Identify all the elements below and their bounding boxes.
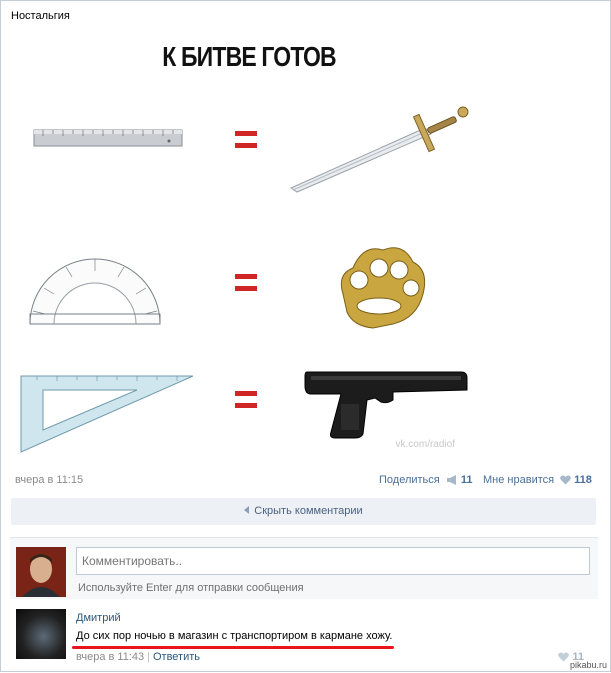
comment-time[interactable]: вчера в 11:43 (76, 651, 144, 663)
composer-hint: Используйте Enter для отправки сообщения (78, 582, 304, 594)
comment-input[interactable] (76, 547, 590, 575)
post-source[interactable]: Ностальгия (11, 10, 70, 22)
set-square-icon (20, 375, 194, 453)
post-date[interactable]: вчера в 11:15 (15, 474, 83, 486)
red-underline (72, 646, 394, 649)
like-button[interactable]: Мне нравится 118 (483, 474, 592, 486)
comment-text: До сих пор ночью в магазин с транспортир… (76, 630, 393, 642)
meme-title: К БИТВЕ ГОТОВ (162, 41, 336, 72)
like-count: 118 (574, 474, 592, 486)
protractor-icon (29, 258, 161, 325)
equals-sign-3 (235, 391, 257, 408)
comment-composer: Используйте Enter для отправки сообщения (10, 537, 598, 599)
share-button[interactable]: Поделиться 11 (379, 474, 472, 486)
share-label: Поделиться (379, 474, 440, 486)
chevron-left-icon (244, 506, 250, 514)
avatar[interactable] (16, 547, 66, 597)
post-meta: вчера в 11:15 Поделиться 11 Мне нравится… (15, 474, 593, 490)
hide-comments-label: Скрыть комментарии (254, 505, 363, 517)
equals-sign-2 (235, 274, 257, 291)
sword-icon (289, 106, 469, 193)
hide-comments-button[interactable]: Скрыть комментарии (11, 498, 596, 525)
heart-icon (558, 652, 570, 662)
ruler-icon (33, 129, 183, 147)
post-card: Ностальгия К БИТВЕ ГОТОВ vk.com/radiof в… (0, 0, 611, 672)
megaphone-icon (446, 475, 456, 485)
meme-image[interactable]: К БИТВЕ ГОТОВ vk.com/radiof (13, 30, 485, 462)
brass-knuckles-icon (340, 247, 426, 329)
like-label: Мне нравится (483, 474, 555, 486)
pistol-icon (304, 371, 468, 439)
comment-item: Дмитрий До сих пор ночью в магазин с тра… (10, 601, 598, 673)
heart-icon (560, 475, 571, 485)
separator: | (147, 651, 150, 663)
avatar[interactable] (16, 609, 66, 659)
user-photo-icon (16, 547, 66, 597)
meme-watermark: vk.com/radiof (395, 439, 455, 450)
comment-author[interactable]: Дмитрий (76, 612, 121, 624)
site-watermark: pikabu.ru (569, 660, 607, 670)
share-count: 11 (460, 474, 473, 486)
reply-button[interactable]: Ответить (153, 651, 200, 663)
comment-meta: вчера в 11:43 | Ответить (76, 651, 200, 663)
equals-sign-1 (235, 131, 257, 148)
